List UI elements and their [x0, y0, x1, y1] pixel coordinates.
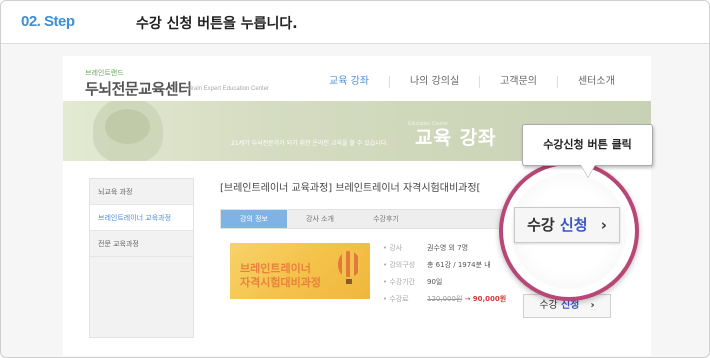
brain-icon	[105, 109, 150, 144]
site-logo[interactable]: 두뇌전문교육센터	[85, 78, 192, 99]
callout-tooltip: 수강신청 버튼 클릭	[522, 124, 653, 166]
tutorial-frame: 02. Step 수강 신청 버튼을 누릅니다. 브레인트랜드 두뇌전문교육센터…	[0, 0, 710, 358]
price-arrow-icon: →	[464, 295, 471, 303]
course-title: [브레인트레이너 교육과정] 브레인트레이너 자격시험대비과정[	[220, 183, 481, 194]
info-value: 90일	[427, 278, 443, 286]
logo-tagline: 브레인트랜드	[85, 69, 124, 77]
side-menu-item-brain-trainer[interactable]: 브레인트레이너 교육과정	[90, 205, 193, 231]
enroll-button-magnified[interactable]: 수강 신청 ›	[514, 207, 620, 243]
tab-instructor[interactable]: 강사 소개	[287, 210, 353, 228]
info-label: • 수강기간	[383, 278, 416, 286]
nav-item-my-classroom[interactable]: 나의 강의실	[388, 76, 479, 88]
step-header: 02. Step 수강 신청 버튼을 누릅니다.	[1, 1, 709, 44]
nav-item-about[interactable]: 센터소개	[556, 76, 635, 88]
hot-air-balloon-icon	[338, 251, 360, 277]
thumbnail-title-line2: 자격시험대비과정	[240, 276, 321, 289]
step-instruction: 수강 신청 버튼을 누릅니다.	[136, 16, 298, 32]
callout-pointer	[581, 165, 595, 177]
info-label: • 강의구성	[383, 261, 416, 269]
main-nav: 교육 강좌 나의 강의실 고객문의 센터소개	[315, 76, 635, 88]
info-value: 권수영 외 7명	[427, 244, 469, 252]
side-menu: 뇌교육 과정 브레인트레이너 교육과정 전문 교육과정	[89, 178, 194, 338]
tab-course-info[interactable]: 강의 정보	[221, 210, 287, 228]
discounted-price: 90,000원	[472, 295, 507, 303]
chevron-right-icon: ›	[600, 216, 607, 234]
course-thumbnail: 브레인트레이너 자격시험대비과정	[230, 243, 370, 299]
banner-title: 교육 강좌	[415, 127, 497, 149]
banner-tagline: 21세기 두뇌전문가가 되기 위한 온라인 교육을 할 수 있습니다.	[231, 140, 389, 147]
magnifier-highlight: 수강 신청 ›	[499, 161, 639, 301]
balloon-basket	[346, 279, 352, 284]
side-menu-item-brain-education[interactable]: 뇌교육 과정	[90, 179, 193, 205]
info-label: • 강사	[383, 244, 403, 252]
nav-item-courses[interactable]: 교육 강좌	[315, 76, 389, 88]
fee-value: 120,000원 → 90,000원	[427, 294, 506, 304]
enroll-button-highlight: 신청	[559, 216, 588, 234]
chevron-right-icon: ›	[590, 300, 595, 311]
tab-reviews[interactable]: 수강후기	[353, 210, 419, 228]
info-label: • 수강료	[383, 295, 409, 303]
nav-item-support[interactable]: 고객문의	[479, 76, 557, 88]
step-number: 02. Step	[21, 13, 75, 30]
info-value: 총 61강 / 1974분 내	[427, 261, 491, 269]
logo-subtitle: Brain Expert Education Center	[188, 86, 270, 92]
enroll-button-prefix: 수강	[527, 216, 555, 234]
enroll-button-prefix: 수강	[539, 300, 558, 311]
side-menu-item-professional[interactable]: 전문 교육과정	[90, 231, 193, 257]
enroll-button-highlight: 신청	[560, 300, 580, 311]
original-price: 120,000원	[427, 295, 463, 303]
course-tabs: 강의 정보 강사 소개 수강후기	[220, 209, 510, 229]
